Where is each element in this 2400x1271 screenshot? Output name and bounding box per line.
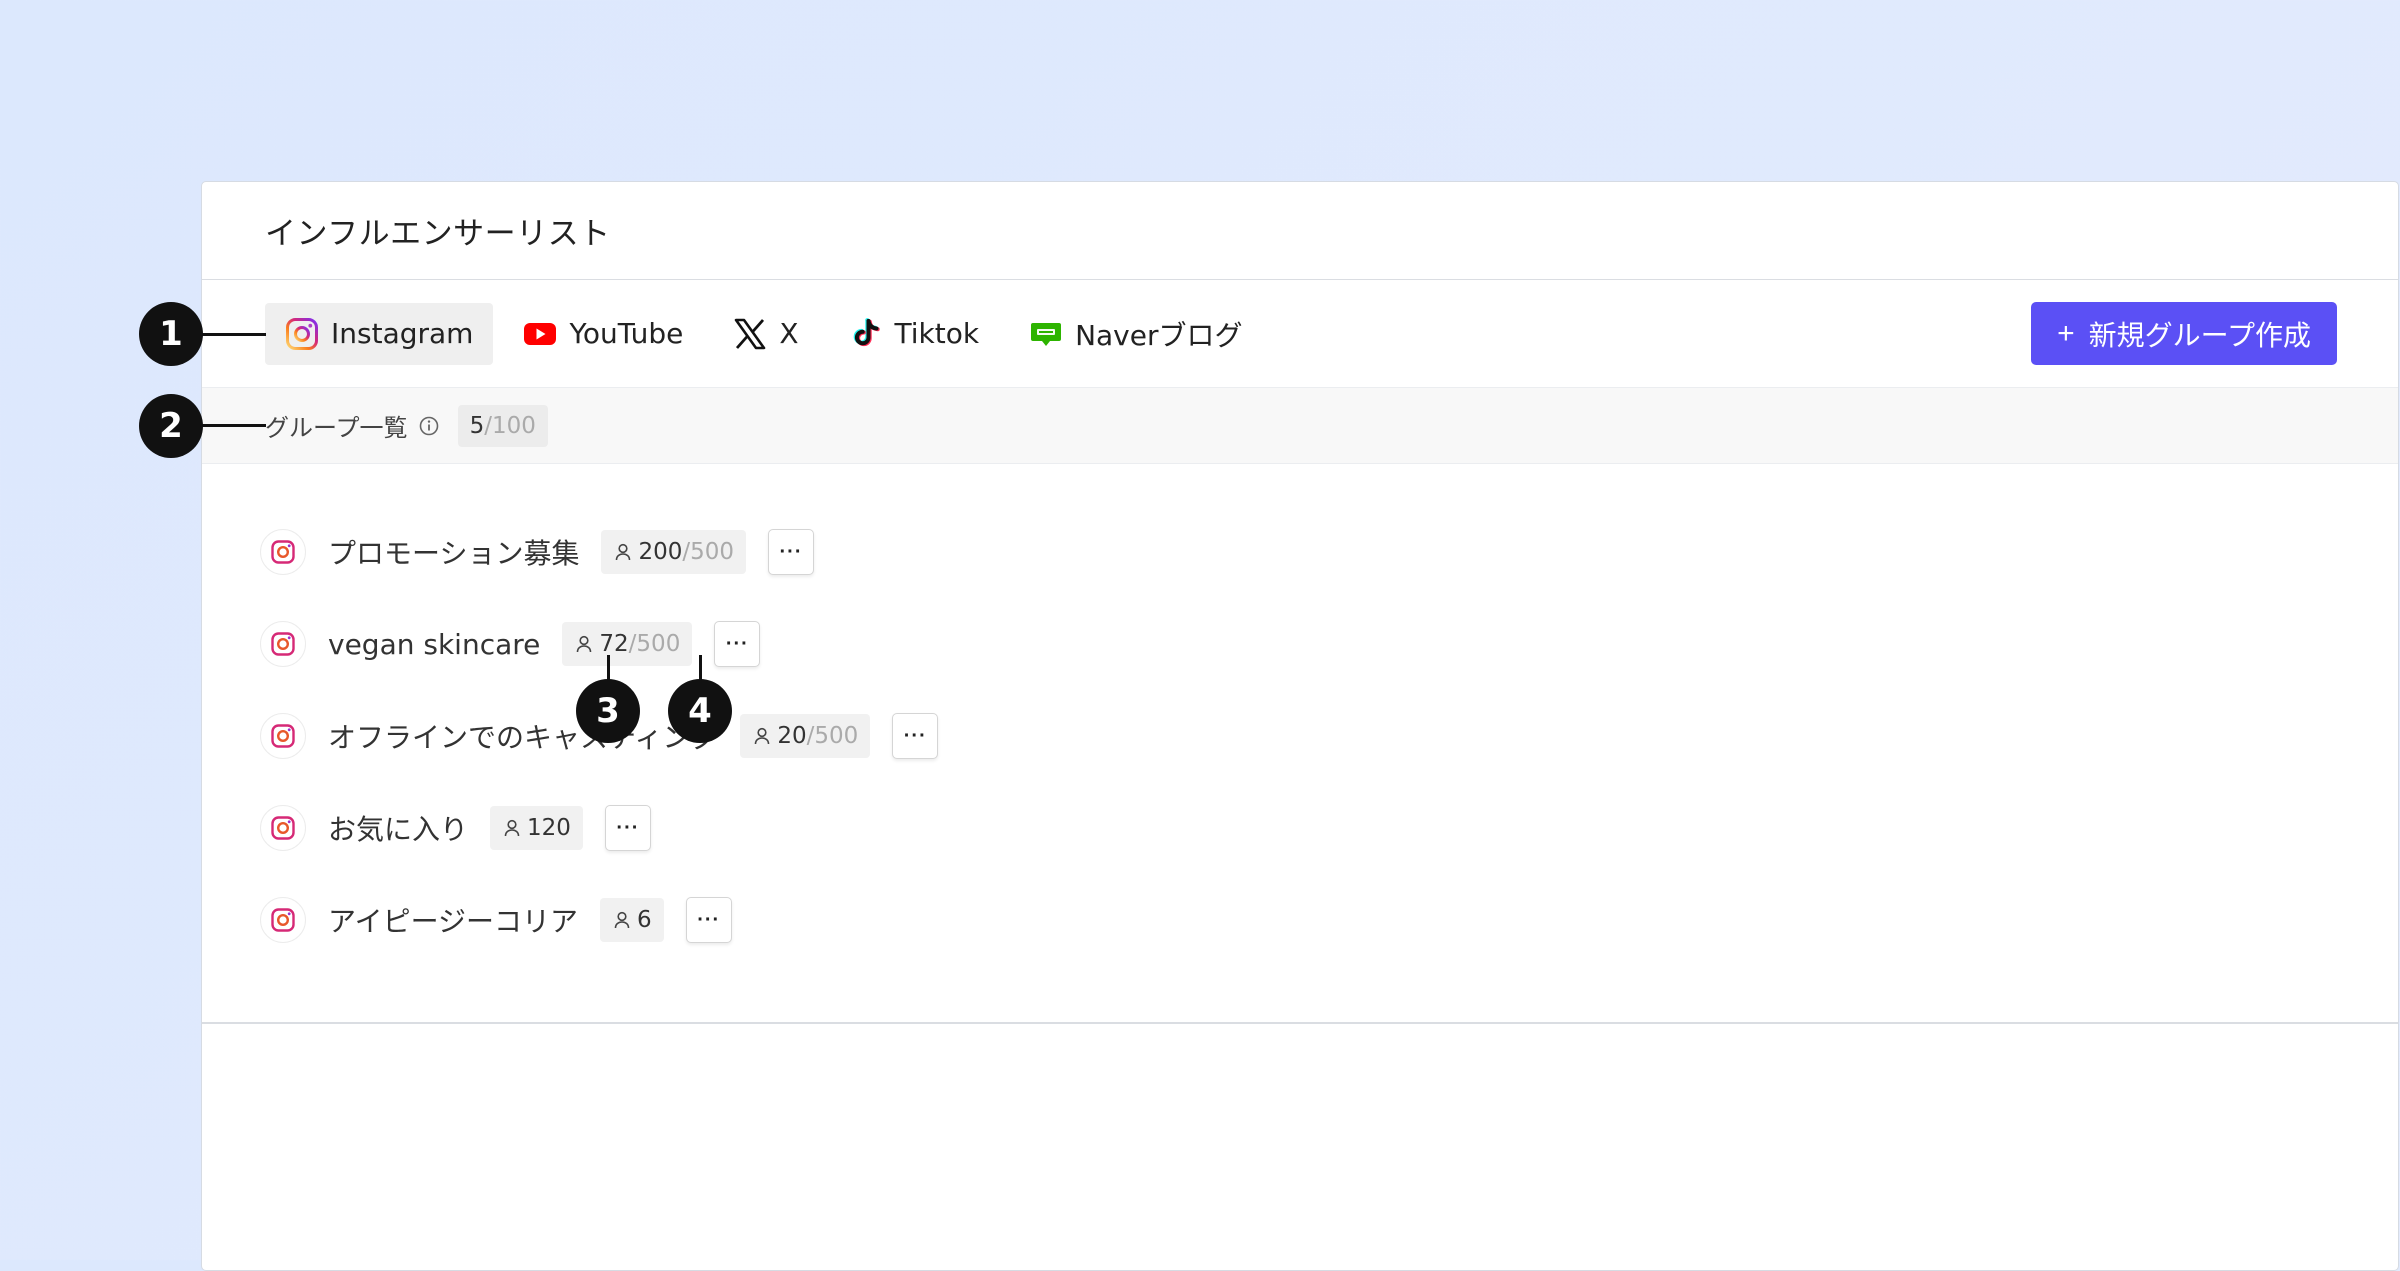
member-max: /500 <box>682 539 735 565</box>
member-count: 20 <box>777 723 807 749</box>
group-count-badge: 5/100 <box>457 404 548 447</box>
new-group-label: 新規グループ作成 <box>2088 319 2311 351</box>
group-max: /100 <box>484 412 536 439</box>
member-count: 6 <box>637 907 652 933</box>
list-item: アイピージーコリア 6 ··· <box>260 864 2398 976</box>
more-options-button[interactable]: ··· <box>714 621 761 667</box>
youtube-icon <box>523 317 557 351</box>
platform-tabs: Instagram YouTube X Tiktok Naverブログ + 新規… <box>202 280 2398 388</box>
annotation-marker-2: 2 <box>139 394 203 458</box>
tab-x[interactable]: X <box>713 303 818 365</box>
more-options-button[interactable]: ··· <box>604 805 651 851</box>
group-list-header: グループ一覧 5/100 <box>202 388 2398 464</box>
tiktok-icon <box>849 317 883 351</box>
group-name[interactable]: アイピージーコリア <box>328 900 578 940</box>
instagram-icon <box>285 317 319 351</box>
tab-naver-blog[interactable]: Naverブログ <box>1009 303 1262 365</box>
tab-label: Instagram <box>331 317 474 350</box>
member-count-badge: 20/500 <box>740 714 871 758</box>
person-icon <box>613 542 633 562</box>
person-icon <box>502 818 522 838</box>
person-icon <box>752 726 772 746</box>
tab-label: Tiktok <box>894 317 980 350</box>
list-divider <box>202 1022 2398 1024</box>
annotation-marker-3: 3 <box>576 679 640 743</box>
member-count: 72 <box>599 631 629 657</box>
tab-label: YouTube <box>569 317 684 350</box>
instagram-icon <box>260 805 306 851</box>
instagram-icon <box>260 713 306 759</box>
person-icon <box>574 634 594 654</box>
tab-instagram[interactable]: Instagram <box>265 302 494 365</box>
marker-1-connector <box>200 333 266 336</box>
tab-label: X <box>779 317 799 350</box>
group-name[interactable]: お気に入り <box>328 808 468 848</box>
member-max: /500 <box>628 631 681 657</box>
group-name[interactable]: オフラインでのキャスティング <box>328 716 718 756</box>
annotation-marker-4: 4 <box>668 679 732 743</box>
annotation-marker-1: 1 <box>139 302 203 366</box>
instagram-icon <box>260 529 306 575</box>
member-count: 200 <box>638 539 683 565</box>
person-icon <box>612 910 632 930</box>
tab-tiktok[interactable]: Tiktok <box>829 303 1000 365</box>
more-options-button[interactable]: ··· <box>892 713 939 759</box>
x-icon <box>733 317 767 351</box>
group-name[interactable]: プロモーション募集 <box>328 532 579 572</box>
marker-2-connector <box>200 424 266 427</box>
instagram-icon <box>260 621 306 667</box>
group-name[interactable]: vegan skincare <box>328 628 540 661</box>
new-group-button[interactable]: + 新規グループ作成 <box>2031 302 2337 365</box>
more-options-button[interactable]: ··· <box>768 529 815 575</box>
page-title: インフルエンサーリスト <box>265 216 611 252</box>
group-list: プロモーション募集 200/500 ··· vegan skincare 72/… <box>202 464 2398 976</box>
naver-blog-icon <box>1029 317 1063 351</box>
member-count-badge: 200/500 <box>601 530 747 574</box>
member-count-badge: 72/500 <box>562 622 693 666</box>
member-max: /500 <box>806 723 859 749</box>
plus-icon: + <box>2057 316 2075 350</box>
member-count: 120 <box>527 815 571 841</box>
influencer-list-panel: インフルエンサーリスト Instagram YouTube X Tiktok N… <box>201 181 2399 1271</box>
member-count-badge: 120 <box>490 806 583 850</box>
info-icon[interactable] <box>418 415 440 437</box>
instagram-icon <box>260 897 306 943</box>
member-count-badge: 6 <box>600 898 664 942</box>
tab-label: Naverブログ <box>1075 318 1243 352</box>
group-count: 5 <box>469 412 485 439</box>
more-options-button[interactable]: ··· <box>685 897 732 943</box>
panel-header: インフルエンサーリスト <box>202 182 2398 280</box>
group-list-title: グループ一覧 <box>265 414 408 442</box>
tab-youtube[interactable]: YouTube <box>503 303 703 365</box>
